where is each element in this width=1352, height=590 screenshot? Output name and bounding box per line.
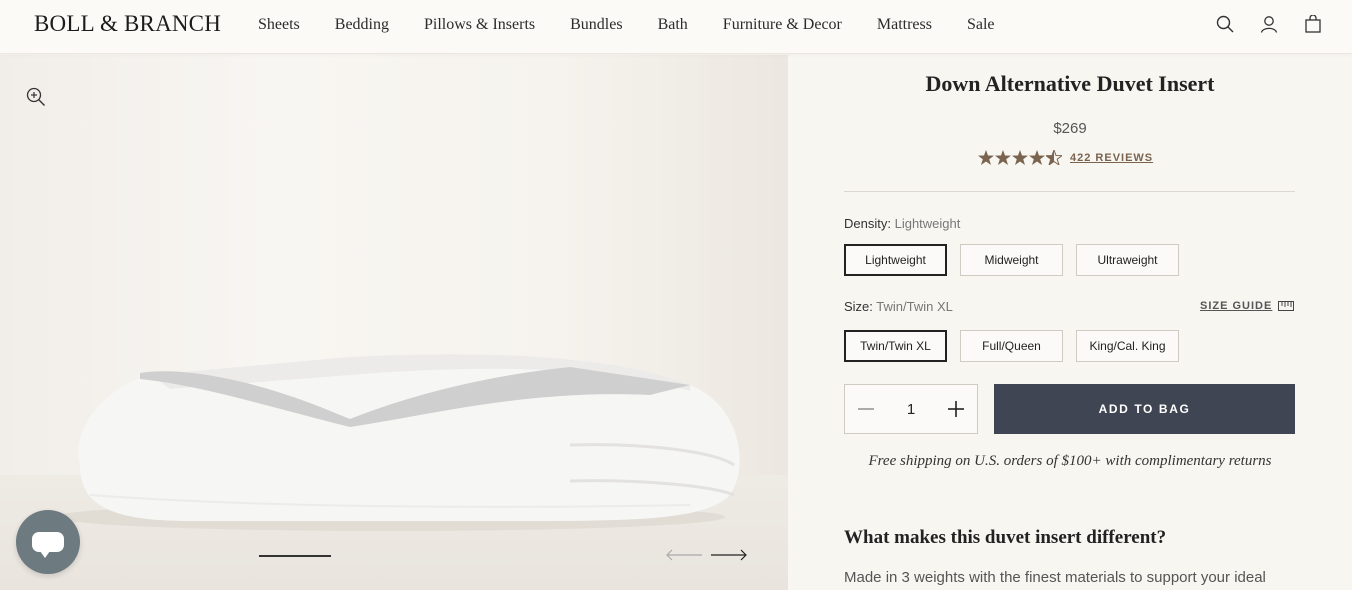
density-label: Density: Lightweight	[844, 216, 960, 231]
size-label-text: Size:	[844, 299, 873, 314]
star-icon	[1012, 150, 1028, 165]
product-rating[interactable]: 422 REVIEWS	[978, 150, 1153, 165]
density-selected-value: Lightweight	[894, 216, 961, 231]
size-option-full-queen[interactable]: Full/Queen	[960, 330, 1063, 362]
shipping-note: Free shipping on U.S. orders of $100+ wi…	[868, 453, 1272, 469]
star-icon	[995, 150, 1011, 165]
minus-icon[interactable]	[857, 400, 875, 418]
size-option-twin[interactable]: Twin/Twin XL	[844, 330, 947, 362]
size-selected-value: Twin/Twin XL	[876, 299, 953, 314]
section-heading: What makes this duvet insert different?	[844, 527, 1167, 548]
reviews-link[interactable]: 422 REVIEWS	[1070, 152, 1153, 164]
arrow-right-icon[interactable]	[710, 548, 748, 566]
size-label: Size: Twin/Twin XL	[844, 299, 953, 314]
product-info-panel: Down Alternative Duvet Insert $269 422 R…	[788, 55, 1352, 590]
product-image-carousel[interactable]	[0, 55, 788, 590]
duvet-product-image	[55, 354, 740, 531]
carousel-progress-indicator	[259, 555, 331, 557]
density-option-midweight[interactable]: Midweight	[960, 244, 1063, 276]
density-option-ultraweight[interactable]: Ultraweight	[1076, 244, 1179, 276]
product-price: $269	[1053, 120, 1087, 137]
star-icon	[1029, 150, 1045, 165]
density-options: Lightweight Midweight Ultraweight	[844, 244, 1179, 276]
header-actions	[1216, 14, 1322, 34]
nav-sale[interactable]: Sale	[967, 16, 995, 34]
star-rating	[978, 150, 1062, 165]
nav-mattress[interactable]: Mattress	[877, 16, 932, 34]
size-options: Twin/Twin XL Full/Queen King/Cal. King	[844, 330, 1179, 362]
chat-bubble-icon	[32, 532, 64, 558]
quantity-stepper: 1	[844, 384, 978, 434]
star-icon	[978, 150, 994, 165]
size-option-king[interactable]: King/Cal. King	[1076, 330, 1179, 362]
nav-bath[interactable]: Bath	[658, 16, 688, 34]
nav-bedding[interactable]: Bedding	[335, 16, 389, 34]
divider	[844, 191, 1295, 192]
search-icon[interactable]	[1216, 14, 1234, 34]
size-guide-label: SIZE GUIDE	[1200, 300, 1273, 312]
site-header: BOLL & BRANCH Sheets Bedding Pillows & I…	[0, 0, 1352, 54]
nav-pillows-inserts[interactable]: Pillows & Inserts	[424, 16, 535, 34]
nav-furniture-decor[interactable]: Furniture & Decor	[723, 16, 842, 34]
quantity-value[interactable]: 1	[907, 401, 915, 418]
zoom-in-icon[interactable]	[26, 87, 48, 109]
density-option-lightweight[interactable]: Lightweight	[844, 244, 947, 276]
half-star-icon	[1046, 150, 1062, 165]
nav-sheets[interactable]: Sheets	[258, 16, 300, 34]
product-title: Down Alternative Duvet Insert	[925, 71, 1215, 96]
arrow-left-icon[interactable]	[665, 548, 703, 566]
bag-icon[interactable]	[1304, 14, 1322, 34]
brand-logo[interactable]: BOLL & BRANCH	[34, 11, 221, 37]
nav-bundles[interactable]: Bundles	[570, 16, 622, 34]
size-guide-link[interactable]: SIZE GUIDE	[1200, 300, 1295, 312]
main-nav: Sheets Bedding Pillows & Inserts Bundles…	[258, 16, 1030, 34]
density-label-text: Density:	[844, 216, 891, 231]
account-icon[interactable]	[1260, 14, 1278, 34]
section-text: Made in 3 weights with the finest materi…	[844, 569, 1266, 586]
ruler-icon	[1278, 301, 1295, 311]
add-to-bag-button[interactable]: ADD TO BAG	[994, 384, 1295, 434]
plus-icon[interactable]	[947, 400, 965, 418]
chat-button[interactable]	[16, 510, 80, 574]
